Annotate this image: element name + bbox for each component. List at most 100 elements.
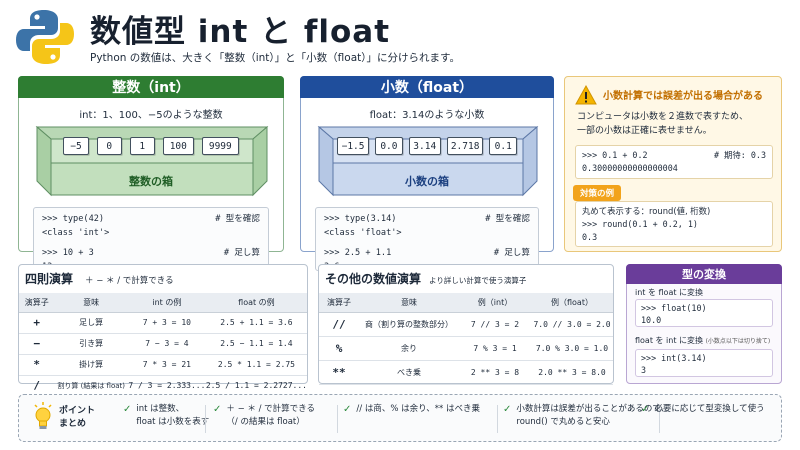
code-comment: # 足し算	[493, 248, 530, 258]
python-logo-icon	[14, 6, 76, 68]
table-header: 意味	[359, 293, 459, 313]
summary-text: float は小数を表す	[136, 417, 210, 427]
arithmetic-panel: 四則演算 ＋ − ＊ / で計算できる 演算子 意味 int の例 float …	[18, 264, 308, 397]
operator-cell: +	[19, 312, 55, 334]
int-example-cell: 7 + 3 = 10	[127, 312, 206, 334]
warning-text-line: コンピュータは小数を２進数で表すため、	[577, 112, 749, 122]
table-header: int の例	[127, 293, 206, 313]
page-title: 数値型 int と float	[90, 14, 391, 50]
meaning-cell: 掛け算	[54, 354, 128, 376]
int-example-cell: 2 ** 3 = 8	[459, 360, 531, 385]
float-example-cell: 7.0 % 3.0 = 1.0	[531, 336, 613, 361]
code-line: >>> float(10)	[641, 303, 707, 313]
int-value-chip: 9999	[201, 137, 239, 155]
warning-code-block: >>> 0.1 + 0.2 # 期待: 0.3 0.300000000000000…	[575, 145, 773, 179]
check-icon: ✓	[503, 404, 512, 415]
operator-cell: *	[19, 354, 55, 376]
float-value-chip: 2.718	[446, 137, 484, 155]
conversion-label: float を int に変換	[635, 336, 704, 345]
type-conversion-title: 型の変換	[626, 264, 782, 284]
arithmetic-subtitle: ＋ − ＊ / で計算できる	[85, 276, 174, 286]
warning-title: 小数計算では誤差が出る場合がある	[603, 91, 763, 102]
conversion-label: int を float に変換	[635, 288, 704, 297]
table-header: 演算子	[19, 293, 55, 313]
points-label: ポイント	[59, 406, 96, 416]
summary-item: ✓ int は整数、 float は小数を表す	[123, 403, 209, 429]
summary-text: ＋ − ＊ / で計算できる	[226, 404, 316, 414]
int-panel-title: 整数（int）	[18, 76, 284, 98]
check-icon: ✓	[343, 404, 352, 415]
code-output: 0.3	[582, 232, 598, 242]
float-value-chip: 0.1	[489, 137, 517, 155]
code-output: <class 'int'>	[42, 228, 110, 238]
code-line: >>> 10 + 3	[42, 248, 94, 258]
check-icon: ✓	[641, 404, 650, 415]
check-icon: ✓	[213, 404, 222, 415]
int-example-cell: 7 / 3 = 2.333...	[127, 375, 206, 397]
code-comment: # 型を確認	[485, 214, 530, 224]
float-example-cell: 2.0 ** 3 = 8.0	[531, 360, 613, 385]
float-description: float：3.14のような小数	[369, 110, 485, 121]
float-panel-title: 小数（float）	[300, 76, 554, 98]
code-output: 10.0	[641, 315, 662, 325]
float-value-chip: 0.0	[375, 137, 403, 155]
code-line: >>> type(42)	[42, 214, 105, 224]
tip-block: 丸めて表示する：round(値, 桁数) >>> round(0.1 + 0.2…	[575, 201, 773, 247]
other-operations-panel: その他の数値演算 より詳しい計算で使う演算子 演算子 意味 例（int） 例（f…	[318, 264, 614, 385]
operator-cell: **	[319, 360, 359, 385]
table-header: 演算子	[319, 293, 359, 313]
table-header: float の例	[205, 293, 307, 313]
lightbulb-icon	[33, 402, 53, 438]
table-row: / 割り算 (結果は float) 7 / 3 = 2.333... 2.5 /…	[19, 375, 307, 397]
code-line: >>> int(3.14)	[641, 353, 707, 363]
operator-cell: /	[19, 375, 55, 397]
int-code-block: >>> type(42) # 型を確認 <class 'int'> >>> 10 …	[33, 207, 269, 272]
code-comment: # 期待: 0.3	[713, 150, 766, 160]
meaning-cell: べき乗	[359, 360, 459, 385]
conversion-note: (小数点以下は切り捨て)	[705, 338, 771, 345]
int-box-label: 整数の箱	[129, 175, 173, 188]
int-example-cell: 7 // 3 = 2	[459, 312, 531, 337]
table-row: − 引き算 7 − 3 = 4 2.5 − 1.1 = 1.4	[19, 333, 307, 355]
tip-badge: 対策の例	[573, 185, 622, 201]
summary-text: // は商、% は余り、** はべき乗	[356, 404, 480, 414]
float-value-chip: −1.5	[337, 137, 370, 155]
float-code-block: >>> type(3.14) # 型を確認 <class 'float'> >>>…	[315, 207, 539, 272]
float-example-cell: 2.5 / 1.1 = 2.2727...	[205, 375, 307, 397]
table-row: // 商（割り算の整数部分） 7 // 3 = 2 7.0 // 3.0 = 2…	[319, 312, 613, 337]
table-header: 例（int）	[459, 293, 531, 313]
table-row: % 余り 7 % 3 = 1 7.0 % 3.0 = 1.0	[319, 336, 613, 361]
float-example-cell: 2.5 + 1.1 = 3.6	[205, 312, 307, 334]
table-row: * 掛け算 7 * 3 = 21 2.5 * 1.1 = 2.75	[19, 354, 307, 376]
meaning-cell: 足し算	[54, 312, 128, 334]
float-value-chip: 3.14	[408, 137, 441, 155]
summary-text: round() で丸めると安心	[516, 417, 610, 427]
summary-text: （/ の結果は float）	[226, 417, 305, 427]
page-subtitle: Python の数値は、大きく「整数（int）」と「小数（float）」に分けら…	[90, 52, 460, 64]
code-output: <class 'float'>	[324, 228, 402, 238]
int-value-chip: 0	[96, 137, 122, 155]
int-example-cell: 7 − 3 = 4	[127, 333, 206, 355]
float-example-cell: 2.5 * 1.1 = 2.75	[205, 354, 307, 376]
code-line: >>> 0.1 + 0.2	[582, 150, 648, 160]
float-box-label: 小数の箱	[405, 175, 449, 188]
code-comment: # 足し算	[223, 248, 260, 258]
summary-points: ポイント まとめ ✓ int は整数、 float は小数を表す ✓ ＋ − ＊ …	[18, 394, 782, 442]
code-line: >>> round(0.1 + 0.2, 1)	[582, 219, 698, 229]
operator-cell: %	[319, 336, 359, 361]
table-row: ** べき乗 2 ** 3 = 8 2.0 ** 3 = 8.0	[319, 360, 613, 385]
meaning-cell: 余り	[359, 336, 459, 361]
meaning-cell: 引き算	[54, 333, 128, 355]
tip-text: 丸めて表示する：round(値, 桁数)	[582, 206, 711, 216]
float-example-cell: 2.5 − 1.1 = 1.4	[205, 333, 307, 355]
other-operations-table: 演算子 意味 例（int） 例（float） // 商（割り算の整数部分） 7 …	[319, 293, 613, 385]
points-label: まとめ	[59, 419, 87, 429]
conversion-code-block: >>> float(10) 10.0	[635, 299, 773, 327]
float-panel: 小数（float） float：3.14のような小数 −1.5 0.0 3.14…	[300, 76, 554, 272]
int-value-chip: 1	[129, 137, 155, 155]
int-panel: 整数（int） int：1、100、−5のような整数 −5 0 1 100 99…	[18, 76, 284, 272]
code-output: 3	[641, 365, 647, 375]
code-output: 0.30000000000000004	[582, 163, 678, 173]
float-example-cell: 7.0 // 3.0 = 2.0	[531, 312, 613, 337]
type-conversion-panel: 型の変換 int を float に変換 >>> float(10) 10.0 …	[626, 264, 782, 384]
